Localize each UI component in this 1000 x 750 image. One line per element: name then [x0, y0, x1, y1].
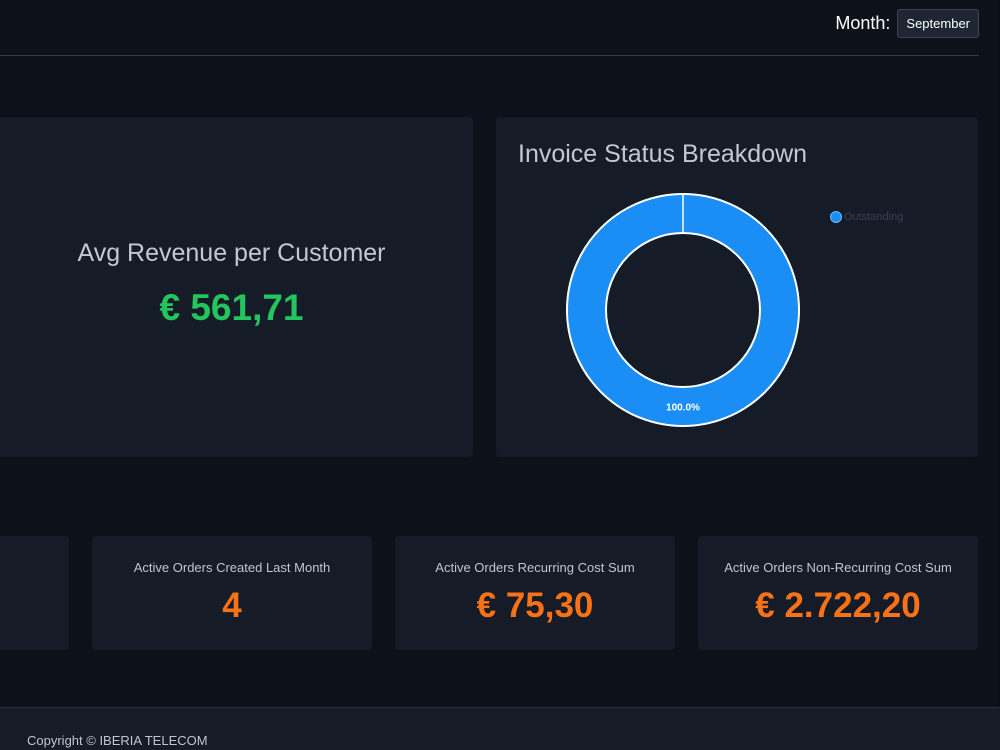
stat-title: Active Orders Created Last Month	[133, 560, 331, 575]
stat-title: Active Orders Recurring Cost Sum	[435, 560, 635, 575]
chart-legend: Outstanding	[830, 211, 903, 223]
invoice-status-title: Invoice Status Breakdown	[518, 140, 808, 168]
avg-revenue-value: € 561,71	[159, 287, 304, 328]
invoice-donut-chart: 100.0%	[565, 193, 801, 427]
legend-label-outstanding[interactable]: Outstanding	[844, 211, 903, 223]
month-label: Month:	[835, 13, 891, 33]
top-bar: Month: September	[0, 0, 1000, 56]
stat-value: € 2.722,20	[755, 586, 921, 625]
header-divider	[0, 55, 979, 56]
legend-swatch-outstanding[interactable]	[830, 211, 842, 223]
stat-card-nonrecurring-cost: Active Orders Non-Recurring Cost Sum € 2…	[698, 536, 978, 650]
invoice-status-card: Invoice Status Breakdown 100.0% Outstand…	[496, 117, 978, 457]
stat-card-orders-created: Active Orders Created Last Month 4	[92, 536, 372, 650]
avg-revenue-card: Avg Revenue per Customer € 561,71	[0, 117, 473, 457]
donut-data-label: 100.0%	[666, 403, 700, 414]
footer: Copyright © IBERIA TELECOM	[0, 707, 1000, 750]
stat-title: Active Orders Non-Recurring Cost Sum	[724, 560, 952, 575]
stat-card-partial	[0, 536, 69, 650]
month-select[interactable]: September	[897, 9, 979, 38]
stat-value: 4	[222, 586, 242, 625]
month-filter: Month: September	[835, 9, 979, 38]
copyright-text: Copyright © IBERIA TELECOM	[27, 733, 208, 748]
stat-value: € 75,30	[476, 586, 594, 625]
stat-card-recurring-cost: Active Orders Recurring Cost Sum € 75,30	[395, 536, 675, 650]
avg-revenue-title: Avg Revenue per Customer	[77, 239, 386, 267]
dashboard-page: Month: September Avg Revenue per Custome…	[0, 0, 1000, 750]
